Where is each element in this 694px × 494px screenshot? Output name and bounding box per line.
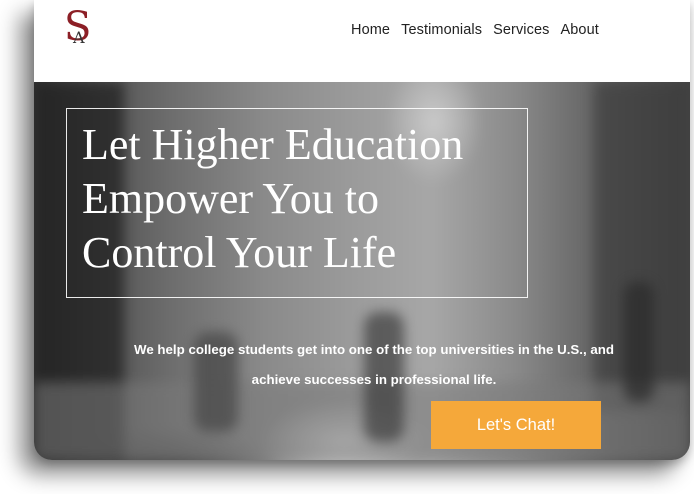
logo-letter-a: A xyxy=(73,28,85,47)
nav-testimonials-link[interactable]: Testimonials xyxy=(401,22,482,40)
hero-section: Let Higher Education Empower You to Cont… xyxy=(34,82,690,460)
hero-subtitle: We help college students get into one of… xyxy=(134,342,614,388)
bg-person-right xyxy=(624,282,654,402)
lets-chat-button[interactable]: Let's Chat! xyxy=(431,401,601,449)
nav-about-link[interactable]: About xyxy=(560,22,598,40)
main-nav: Home Testimonials Services About xyxy=(351,22,610,40)
logo[interactable]: S A xyxy=(64,4,98,54)
site-header: S A Home Testimonials Services About xyxy=(34,0,690,82)
nav-home-link[interactable]: Home xyxy=(351,22,390,40)
hero-title: Let Higher Education Empower You to Cont… xyxy=(82,120,464,277)
website-frame: S A Home Testimonials Services About Let… xyxy=(34,0,690,460)
nav-services-link[interactable]: Services xyxy=(493,22,549,40)
